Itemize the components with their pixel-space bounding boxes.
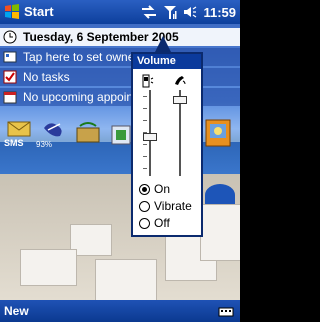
new-softkey[interactable]: New (4, 304, 29, 318)
owner-info-row[interactable]: Tap here to set owner information (0, 48, 240, 66)
appointments-row[interactable]: No upcoming appointments (0, 88, 240, 106)
wallpaper-house (200, 204, 240, 261)
sound-off-label: Off (154, 216, 170, 230)
wifi-card-icon[interactable] (74, 120, 102, 150)
title-bar: Start 11:59 (0, 0, 240, 24)
clock[interactable]: 11:59 (203, 5, 236, 20)
wallpaper-blue-dome (205, 184, 235, 206)
calendar-icon (3, 91, 17, 104)
sms-caption: SMS (4, 138, 24, 148)
volume-popup-title: Volume (133, 54, 201, 69)
wallpaper-house (95, 259, 157, 300)
sound-vibrate-label: Vibrate (154, 199, 192, 213)
signal-icon[interactable] (163, 5, 177, 19)
ringer-volume-icon (175, 76, 186, 85)
slider-tick (143, 108, 147, 109)
wallpaper-house (20, 249, 77, 286)
volume-popup-pointer (155, 36, 171, 52)
start-menu-label[interactable]: Start (24, 4, 54, 19)
ringer-volume-slider[interactable] (171, 90, 191, 176)
volume-popup: Volume On Vibrate Off (131, 52, 203, 237)
clock-icon (3, 30, 17, 44)
radio-on[interactable] (139, 183, 150, 195)
device-volume-icon (142, 74, 154, 88)
slider-tick (143, 144, 147, 145)
sound-vibrate-option[interactable]: Vibrate (139, 199, 192, 213)
sound-on-option[interactable]: On (139, 182, 170, 196)
slider-tick (143, 96, 147, 97)
connectivity-icon[interactable] (141, 5, 157, 19)
today-icon-strip (6, 120, 136, 152)
status-icons: 11:59 (141, 3, 236, 21)
keyboard-icon[interactable] (218, 305, 234, 317)
ringer-volume-thumb[interactable] (173, 96, 187, 104)
menu-bar: New (0, 300, 240, 322)
photo-app-icon[interactable] (204, 118, 234, 150)
system-volume-slider[interactable] (141, 90, 161, 176)
today-date-row[interactable]: Tuesday, 6 September 2005 (0, 28, 240, 46)
tasks-icon (3, 70, 17, 84)
slider-tick (143, 156, 147, 157)
slider-tick (143, 120, 147, 121)
speaker-icon[interactable] (183, 5, 197, 19)
battery-caption: 93% (36, 140, 53, 149)
tasks-row[interactable]: No tasks (0, 68, 240, 86)
system-volume-thumb[interactable] (143, 133, 157, 141)
windows-flag-icon[interactable] (3, 3, 21, 21)
sound-off-option[interactable]: Off (139, 216, 170, 230)
sound-on-label: On (154, 182, 171, 196)
owner-card-icon (3, 51, 17, 63)
tasks-text: No tasks (23, 70, 70, 84)
radio-off[interactable] (139, 217, 150, 229)
radio-vibrate[interactable] (139, 200, 150, 212)
slider-tick (143, 168, 147, 169)
